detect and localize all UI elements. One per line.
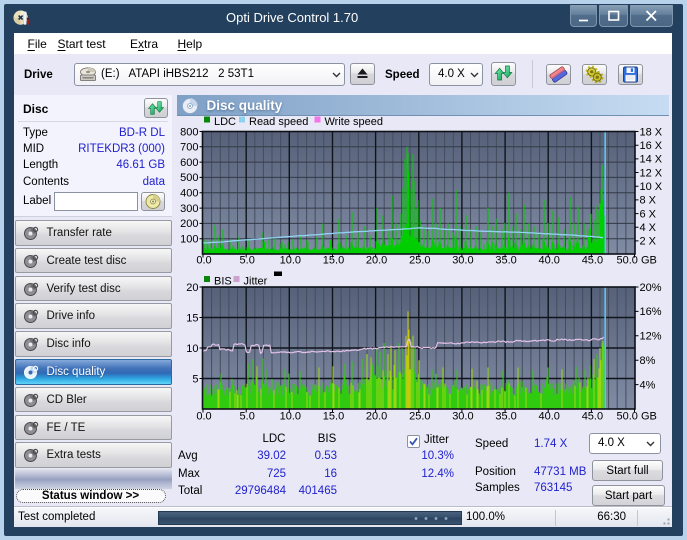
svg-text:20.0: 20.0 xyxy=(366,255,387,267)
svg-text:600: 600 xyxy=(180,157,198,169)
svg-text:18 X: 18 X xyxy=(640,126,663,138)
svg-text:0.0: 0.0 xyxy=(196,255,211,267)
svg-text:5.0: 5.0 xyxy=(240,411,255,423)
svg-text:25.0: 25.0 xyxy=(409,411,430,423)
svg-text:800: 800 xyxy=(180,126,198,138)
svg-text:35.0: 35.0 xyxy=(495,411,516,423)
svg-text:35.0: 35.0 xyxy=(495,255,516,267)
svg-text:25.0: 25.0 xyxy=(409,255,430,267)
svg-text:40.0: 40.0 xyxy=(538,411,559,423)
svg-text:LDC: LDC xyxy=(214,116,236,128)
svg-text:5: 5 xyxy=(192,373,198,385)
svg-text:30.0: 30.0 xyxy=(452,255,473,267)
svg-text:100: 100 xyxy=(180,234,198,246)
svg-text:10.0: 10.0 xyxy=(280,255,301,267)
svg-text:10: 10 xyxy=(186,343,198,355)
svg-text:200: 200 xyxy=(180,218,198,230)
svg-text:16%: 16% xyxy=(640,306,662,318)
svg-text:400: 400 xyxy=(180,188,198,200)
svg-text:12 X: 12 X xyxy=(640,167,663,179)
svg-text:Jitter: Jitter xyxy=(244,276,268,288)
svg-text:50.0 GB: 50.0 GB xyxy=(617,255,657,267)
svg-text:20.0: 20.0 xyxy=(366,411,387,423)
svg-text:10.0: 10.0 xyxy=(280,411,301,423)
svg-text:20: 20 xyxy=(186,282,198,294)
svg-text:2 X: 2 X xyxy=(640,236,657,248)
svg-text:8 X: 8 X xyxy=(640,195,657,207)
svg-text:20%: 20% xyxy=(640,282,662,294)
svg-text:500: 500 xyxy=(180,172,198,184)
svg-text:Write speed: Write speed xyxy=(325,116,384,128)
svg-text:16 X: 16 X xyxy=(640,140,663,152)
svg-text:15: 15 xyxy=(186,312,198,324)
svg-text:300: 300 xyxy=(180,203,198,215)
svg-text:8%: 8% xyxy=(640,355,656,367)
svg-text:45.0: 45.0 xyxy=(582,255,603,267)
svg-text:45.0: 45.0 xyxy=(582,411,603,423)
svg-text:6 X: 6 X xyxy=(640,208,657,220)
svg-text:40.0: 40.0 xyxy=(538,255,559,267)
svg-text:12%: 12% xyxy=(640,331,662,343)
svg-text:15.0: 15.0 xyxy=(323,255,344,267)
svg-text:15.0: 15.0 xyxy=(323,411,344,423)
svg-text:4 X: 4 X xyxy=(640,222,657,234)
svg-text:30.0: 30.0 xyxy=(452,411,473,423)
svg-text:0.0: 0.0 xyxy=(196,411,211,423)
svg-text:BIS: BIS xyxy=(214,276,232,288)
svg-text:Read speed: Read speed xyxy=(249,116,308,128)
svg-text:14 X: 14 X xyxy=(640,154,663,166)
svg-text:5.0: 5.0 xyxy=(240,255,255,267)
svg-text:10 X: 10 X xyxy=(640,181,663,193)
svg-text:700: 700 xyxy=(180,142,198,154)
svg-text:50.0 GB: 50.0 GB xyxy=(617,411,657,423)
svg-text:4%: 4% xyxy=(640,379,656,391)
